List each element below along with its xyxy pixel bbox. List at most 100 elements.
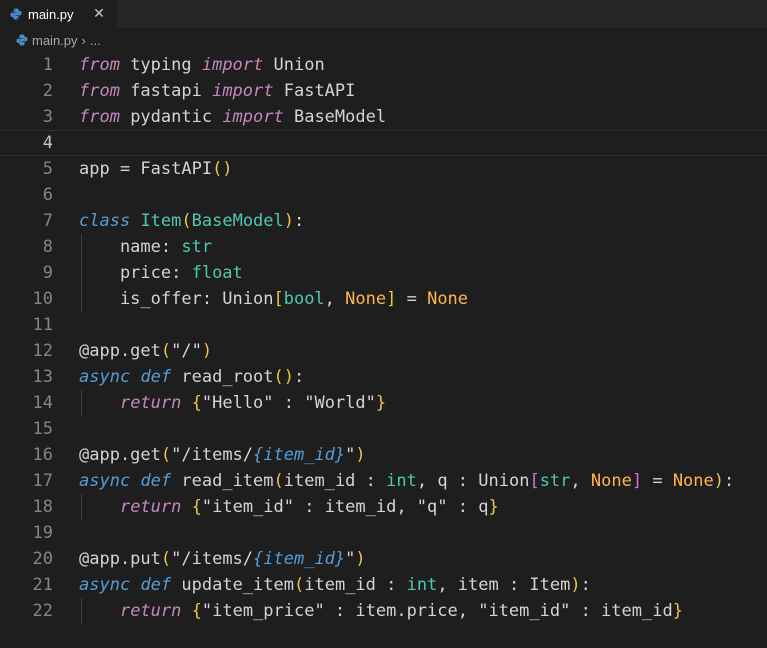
code-line[interactable]: 10 is_offer: Union[bool, None] = None [0,286,767,312]
code-line[interactable]: 22 return {"item_price" : item.price, "i… [0,598,767,624]
code-token: price: [79,263,192,283]
python-file-icon [16,34,28,46]
code-line[interactable]: 6 [0,182,767,208]
line-number: 4 [42,133,53,153]
code-token: , [324,289,346,309]
code-token: = [396,289,428,309]
code-token: class [79,211,131,231]
code-token: is_offer: Union [79,289,274,309]
code-token: None [590,471,632,491]
line-number: 6 [42,185,53,205]
code-token: def [140,575,172,595]
line-number: 9 [42,263,53,283]
code-text: return {"item_id" : item_id, "q" : q} [79,494,499,520]
code-token: { [191,601,202,621]
code-token: " [345,549,356,569]
code-token: async [79,367,131,387]
line-number: 3 [42,107,53,127]
code-token: return [119,497,182,517]
code-token: "item_id" : item_id, "q" : q [201,497,489,517]
code-token: fastapi [119,81,213,101]
code-text: name: str [79,234,212,260]
code-token: " [345,445,356,465]
code-token: async [79,575,131,595]
code-text: async def read_item(item_id : int, q : U… [79,468,734,494]
code-line[interactable]: 16 @app.get("/items/{item_id}") [0,442,767,468]
breadcrumb-symbols[interactable]: ... [90,33,101,48]
line-number: 2 [42,81,53,101]
line-number: 17 [32,471,53,491]
code-line[interactable]: 17 async def read_item(item_id : int, q :… [0,468,767,494]
code-line[interactable]: 15 [0,416,767,442]
close-icon[interactable]: ✕ [91,5,107,21]
code-token: [ [529,471,540,491]
code-token: ) [355,549,366,569]
code-line[interactable]: 7 class Item(BaseModel): [0,208,767,234]
code-line[interactable]: 20 @app.put("/items/{item_id}") [0,546,767,572]
code-text: @app.get("/") [79,338,212,364]
code-text: return {"Hello" : "World"} [79,390,386,416]
code-token: import [201,55,264,75]
code-token: { [191,497,202,517]
line-number: 10 [32,289,53,309]
line-number: 21 [32,575,53,595]
code-line[interactable]: 11 [0,312,767,338]
code-token: float [191,263,243,283]
code-token: FastAPI [273,81,356,101]
code-line[interactable]: 2 from fastapi import FastAPI [0,78,767,104]
code-token: str [181,237,213,257]
code-token: str [539,471,571,491]
code-token: {item_id} [253,549,346,569]
code-token: } [672,601,683,621]
code-line[interactable]: 1 from typing import Union [0,52,767,78]
breadcrumb-file[interactable]: main.py [32,33,78,48]
line-number: 20 [32,549,53,569]
code-token: app = FastAPI [79,159,213,179]
code-token: def [140,471,172,491]
code-line[interactable]: 14 return {"Hello" : "World"} [0,390,767,416]
code-token: import [222,107,284,127]
code-token: ( [293,575,305,595]
code-token: ( [160,549,172,569]
code-line[interactable]: 8 name: str [0,234,767,260]
code-token: from [79,107,120,127]
code-token: Union [263,55,325,75]
chevron-right-icon: › [81,32,86,48]
code-line[interactable]: 9 price: float [0,260,767,286]
code-token: BaseModel [191,211,284,231]
code-token: = [642,471,673,491]
code-line[interactable]: 13 async def read_root(): [0,364,767,390]
code-line[interactable]: 4 [0,130,767,156]
code-token: : [294,367,305,387]
code-token: item_id : [304,575,407,595]
code-text: @app.get("/items/{item_id}") [79,442,366,468]
code-editor[interactable]: 1 from typing import Union 2 from fastapi i… [0,52,767,624]
code-token: ( [181,211,192,231]
breadcrumb: main.py › ... [0,28,767,52]
code-line[interactable]: 21 async def update_item(item_id : int, i… [0,572,767,598]
code-text: is_offer: Union[bool, None] = None [79,286,468,312]
code-text: async def read_root(): [79,364,304,390]
code-line[interactable]: 18 return {"item_id" : item_id, "q" : q} [0,494,767,520]
code-line[interactable]: 19 [0,520,767,546]
code-token: ) [570,575,581,595]
line-number: 14 [32,393,53,413]
code-token: ) [283,211,295,231]
tab-main-py[interactable]: main.py ✕ [0,0,117,28]
code-token: "Hello" : "World" [201,393,376,413]
code-line[interactable]: 12 @app.get("/") [0,338,767,364]
code-token: typing [119,55,202,75]
code-token: ) [201,341,213,361]
line-number: 8 [42,237,53,257]
code-line[interactable]: 5 app = FastAPI() [0,156,767,182]
code-token: : [294,211,305,231]
code-token: [ [273,289,284,309]
code-line[interactable]: 3 from pydantic import BaseModel [0,104,767,130]
line-number: 1 [42,55,53,75]
